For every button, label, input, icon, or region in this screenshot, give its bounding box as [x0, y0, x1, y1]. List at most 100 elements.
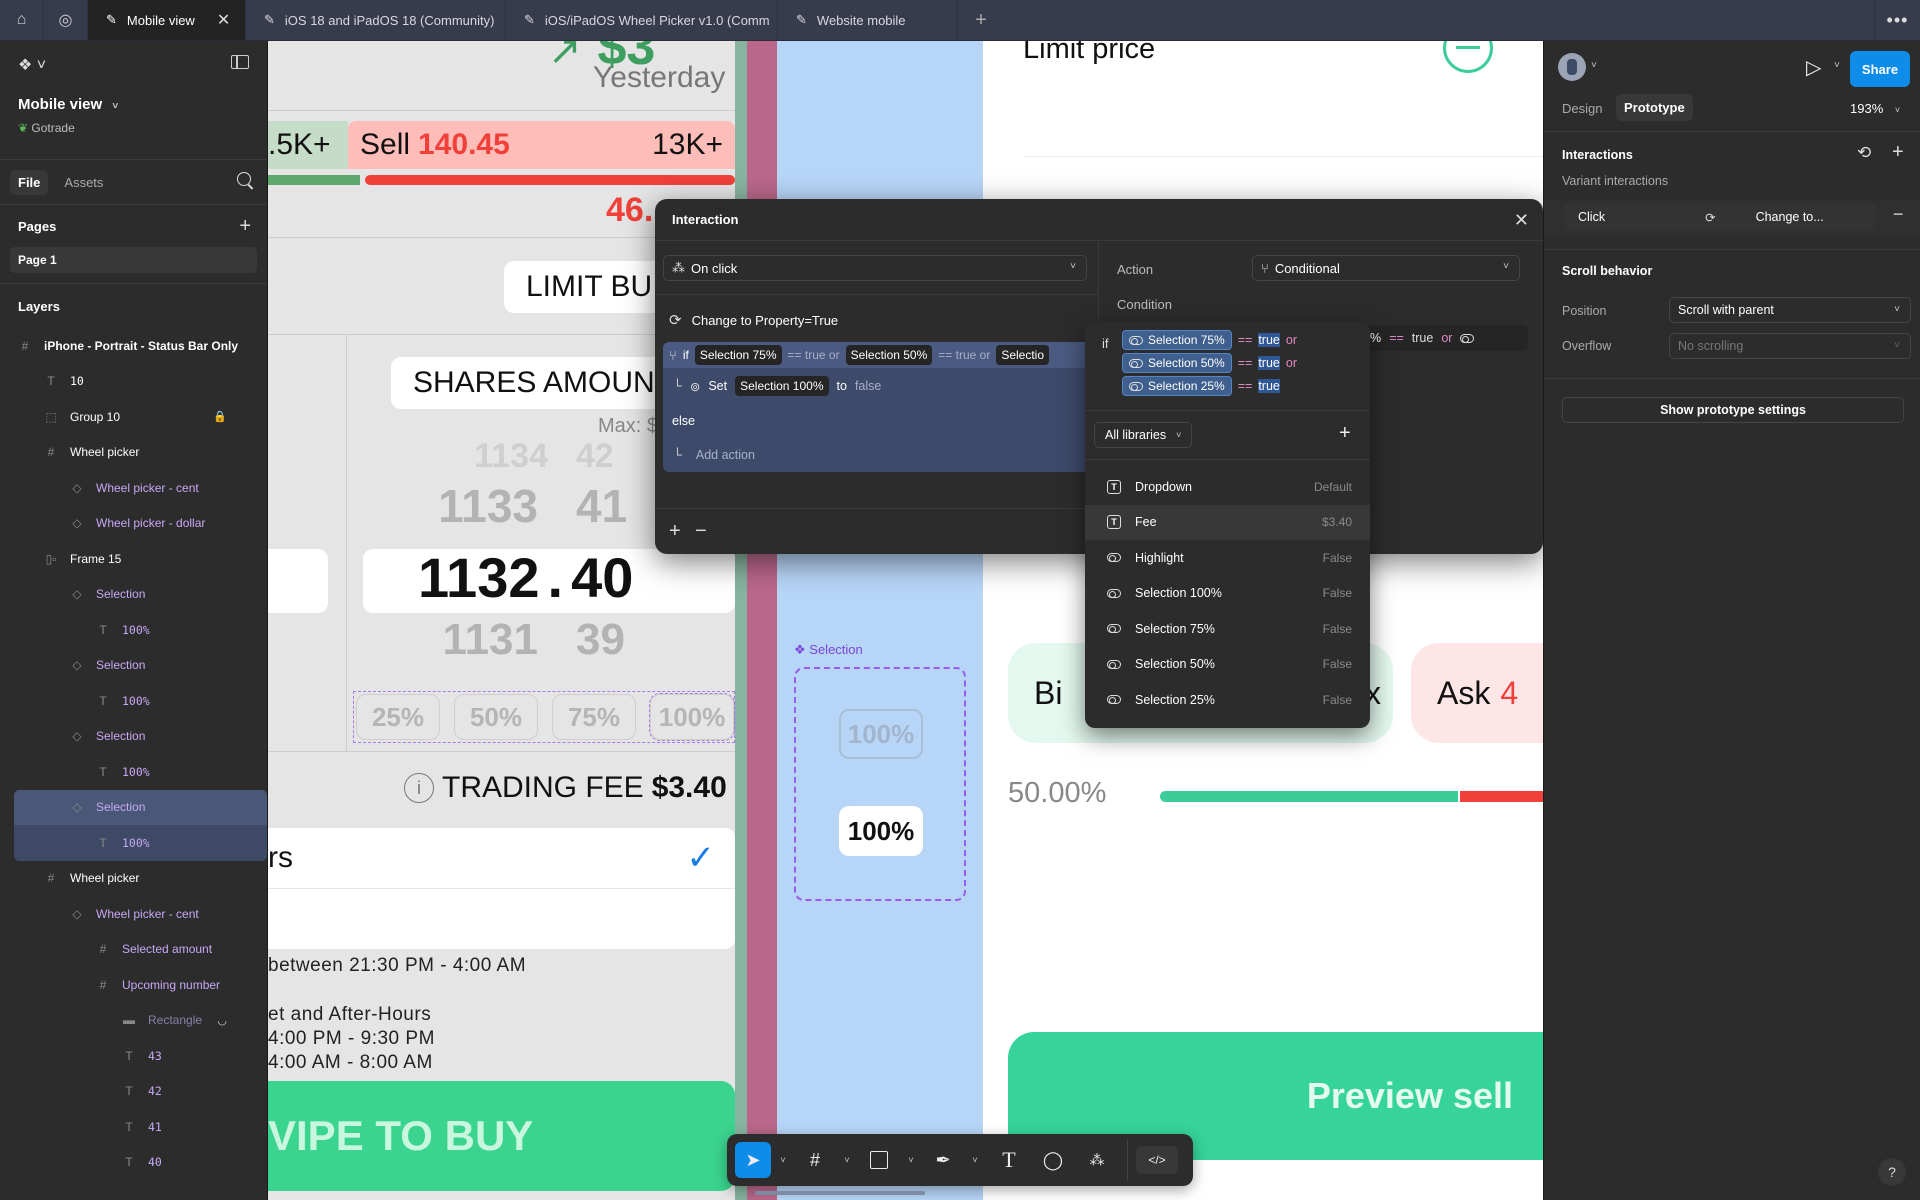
- search-icon[interactable]: [237, 172, 251, 186]
- pen-tool[interactable]: ✒: [923, 1142, 963, 1178]
- hours-option-2[interactable]: [268, 889, 735, 949]
- rectangle-tool[interactable]: [859, 1142, 899, 1178]
- condition-variable-pill[interactable]: Selection 25%: [1122, 376, 1232, 396]
- add-interaction-icon[interactable]: +: [1892, 141, 1904, 164]
- wheel-dollar-value[interactable]: 1131: [398, 615, 538, 665]
- tab-mobile-view[interactable]: ✎ Mobile view ✕: [88, 0, 246, 40]
- minus-icon[interactable]: [1443, 41, 1493, 73]
- percent-button[interactable]: 75%: [552, 694, 636, 740]
- set-variable-action[interactable]: └ ⊚ Set Selection 100% to false: [663, 368, 1099, 404]
- tab-wheel-picker[interactable]: ✎ iOS/iPadOS Wheel Picker v1.0 (Comm: [506, 0, 778, 40]
- layer-item[interactable]: T 43: [0, 1038, 267, 1074]
- tab-website-mobile[interactable]: ✎ Website mobile: [778, 0, 958, 40]
- team-name[interactable]: ❦ Gotrade: [18, 121, 75, 135]
- condition-variable-pill[interactable]: Selection 50%: [1122, 353, 1232, 373]
- wheel-dollar-value[interactable]: 1133: [398, 479, 538, 533]
- layer-item[interactable]: T 100%: [0, 683, 267, 719]
- chevron-down-icon[interactable]: ˅: [835, 1155, 859, 1165]
- condition-row[interactable]: Selection 75% == true or: [1122, 330, 1297, 350]
- tab-prototype[interactable]: Prototype: [1616, 94, 1693, 121]
- sell-box[interactable]: Sell 140.45 13K+: [348, 121, 735, 169]
- set-value[interactable]: false: [855, 379, 881, 393]
- percent-button[interactable]: 100%: [649, 693, 735, 741]
- sidebar-toggle-icon[interactable]: [231, 55, 249, 69]
- condition-variable[interactable]: Selection 50%: [845, 345, 933, 365]
- present-play-icon[interactable]: ▷: [1806, 55, 1821, 80]
- chevron-down-icon[interactable]: ˅: [1834, 60, 1840, 71]
- wheel-cent-value[interactable]: 41: [576, 479, 627, 533]
- interaction-row[interactable]: Click ⟳ Change to...: [1564, 203, 1876, 231]
- action-select[interactable]: ⑂ Conditional ˅: [1252, 255, 1520, 281]
- condition-value[interactable]: true: [1258, 356, 1280, 370]
- home-button[interactable]: ⌂: [0, 0, 44, 40]
- actions-tool[interactable]: ⁂: [1075, 1142, 1119, 1178]
- close-icon[interactable]: ✕: [1514, 210, 1529, 231]
- overflow-select[interactable]: No scrolling ˅: [1669, 333, 1911, 359]
- condition-variable[interactable]: Selectio: [996, 345, 1050, 365]
- hours-option[interactable]: rs ✓: [268, 828, 735, 888]
- trigger-select[interactable]: ⁂ On click ˅: [663, 255, 1087, 281]
- add-page-icon[interactable]: +: [239, 215, 251, 238]
- lock-icon[interactable]: 🔒: [213, 410, 227, 423]
- layer-item[interactable]: T 100%: [14, 825, 267, 861]
- close-tab-icon[interactable]: ✕: [217, 10, 230, 30]
- layer-item[interactable]: ▯▫ Frame 15: [0, 541, 267, 577]
- remove-interaction-icon[interactable]: −: [1893, 204, 1904, 225]
- selection-variant-on[interactable]: 100%: [839, 806, 923, 856]
- layer-item[interactable]: ◇ Selection: [0, 577, 267, 613]
- layer-item[interactable]: T 42: [0, 1074, 267, 1110]
- move-tool[interactable]: ➤: [735, 1142, 771, 1178]
- variable-option[interactable]: T Fee $3.40: [1085, 504, 1370, 540]
- condition-variable[interactable]: Selection 75%: [694, 345, 782, 365]
- add-action-row[interactable]: └ Add action: [663, 438, 1099, 472]
- condition-row[interactable]: ⑂ if Selection 75% == true or Selection …: [663, 342, 1099, 368]
- wheel-cent-value[interactable]: 39: [576, 615, 625, 665]
- component-set-label[interactable]: ❖ Selection: [794, 642, 863, 658]
- percent-button[interactable]: 25%: [356, 694, 440, 740]
- layer-item[interactable]: ◇ Selection: [0, 719, 267, 755]
- variable-option[interactable]: Selection 25% False: [1085, 682, 1370, 718]
- shares-amount-chip[interactable]: SHARES AMOUN: [391, 357, 691, 409]
- layer-item[interactable]: ◇ Wheel picker - cent: [0, 470, 267, 506]
- file-title[interactable]: Mobile view ˅: [18, 96, 118, 113]
- remove-icon[interactable]: −: [695, 520, 707, 543]
- hidden-eye-icon[interactable]: ◡: [217, 1014, 227, 1027]
- avatar[interactable]: [1558, 53, 1586, 81]
- help-button[interactable]: ?: [1878, 1158, 1906, 1186]
- library-filter-select[interactable]: All libraries ˅: [1094, 422, 1193, 448]
- variable-option[interactable]: T Dropdown Default: [1085, 469, 1370, 505]
- layer-item[interactable]: T 100%: [0, 612, 267, 648]
- layer-item[interactable]: # iPhone - Portrait - Status Bar Only: [0, 328, 267, 364]
- layer-item[interactable]: # Wheel picker: [0, 435, 267, 471]
- percent-button[interactable]: 50%: [454, 694, 538, 740]
- chevron-down-icon[interactable]: ˅: [899, 1155, 923, 1165]
- layer-item[interactable]: T 41: [0, 1109, 267, 1145]
- comment-tool[interactable]: ◯: [1031, 1142, 1075, 1178]
- change-to-action[interactable]: ⟳ Change to Property=True: [669, 311, 838, 329]
- layer-item[interactable]: # Wheel picker: [0, 861, 267, 897]
- wheel-cent-value[interactable]: 42: [576, 437, 614, 476]
- add-icon[interactable]: +: [669, 520, 681, 543]
- layer-item[interactable]: ◇ Wheel picker - cent: [0, 896, 267, 932]
- variable-option[interactable]: Selection 100% False: [1085, 576, 1370, 612]
- wheel-selected-value[interactable]: 1132. 40: [418, 545, 633, 610]
- text-tool[interactable]: T: [987, 1142, 1031, 1178]
- set-variable-pill[interactable]: Selection 100%: [735, 376, 829, 396]
- tab-assets[interactable]: Assets: [56, 170, 111, 195]
- swipe-to-buy-button[interactable]: VIPE TO BUY: [268, 1081, 735, 1191]
- layer-item[interactable]: ◇ Selection: [0, 648, 267, 684]
- layer-item[interactable]: # Selected amount: [0, 932, 267, 968]
- condition-row[interactable]: Selection 50% == true or: [1122, 353, 1297, 373]
- chevron-down-icon[interactable]: ˅: [1591, 60, 1597, 71]
- community-button[interactable]: ◎: [44, 0, 88, 40]
- condition-value[interactable]: true: [1258, 379, 1280, 393]
- layer-item[interactable]: ◇ Selection: [14, 789, 267, 825]
- page-item[interactable]: Page 1: [10, 247, 257, 273]
- layer-item[interactable]: ⬚ Group 10 🔒: [0, 399, 267, 435]
- show-prototype-settings-button[interactable]: Show prototype settings: [1562, 397, 1904, 423]
- condition-row[interactable]: Selection 25% == true: [1122, 376, 1286, 396]
- zoom-level[interactable]: 193% ˅: [1850, 101, 1900, 116]
- layer-item[interactable]: ◇ Wheel picker - dollar: [0, 506, 267, 542]
- selection-component-set[interactable]: [794, 667, 966, 901]
- chevron-down-icon[interactable]: ˅: [963, 1155, 987, 1165]
